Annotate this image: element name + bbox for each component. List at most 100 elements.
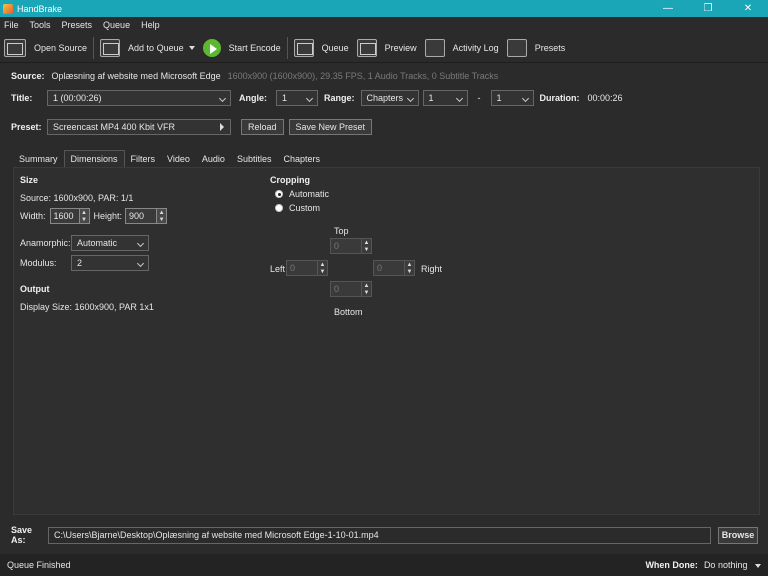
height-input[interactable]: 900 bbox=[125, 208, 158, 224]
crop-left-stepper[interactable]: 0 ▲ ▼ bbox=[286, 260, 328, 276]
crop-custom-radio[interactable]: Custom bbox=[275, 203, 320, 213]
chevron-down-icon bbox=[305, 94, 314, 103]
spin-up-icon[interactable]: ▲ bbox=[318, 261, 327, 268]
crop-bottom-arrows[interactable]: ▲ ▼ bbox=[362, 281, 372, 297]
tab-chapters[interactable]: Chapters bbox=[277, 150, 326, 167]
open-source-button[interactable]: Open Source bbox=[0, 34, 91, 62]
play-icon bbox=[202, 38, 221, 57]
radio-unselected-icon[interactable] bbox=[275, 204, 283, 212]
tab-bar: Summary Dimensions Filters Video Audio S… bbox=[13, 150, 326, 167]
crop-left-arrows[interactable]: ▲ ▼ bbox=[318, 260, 328, 276]
tab-audio[interactable]: Audio bbox=[196, 150, 231, 167]
tab-dimensions[interactable]: Dimensions bbox=[63, 150, 125, 167]
anamorphic-label: Anamorphic: bbox=[20, 238, 71, 248]
crop-top-input[interactable]: 0 bbox=[330, 238, 362, 254]
radio-selected-icon[interactable] bbox=[275, 190, 283, 198]
preview-button[interactable]: Preview bbox=[353, 34, 421, 62]
queue-label: Queue bbox=[321, 42, 349, 53]
source-name: Oplæsning af website med Microsoft Edge bbox=[51, 71, 221, 81]
tab-filters[interactable]: Filters bbox=[125, 150, 162, 167]
spin-down-icon[interactable]: ▼ bbox=[362, 289, 371, 296]
menu-file[interactable]: File bbox=[4, 20, 19, 30]
range-mode-value: Chapters bbox=[366, 93, 404, 103]
height-stepper[interactable]: 900 ▲ ▼ bbox=[125, 208, 168, 224]
crop-right-arrows[interactable]: ▲ ▼ bbox=[405, 260, 415, 276]
width-input[interactable]: 1600 bbox=[49, 208, 80, 224]
toolbar-separator bbox=[93, 36, 95, 59]
save-new-preset-button[interactable]: Save New Preset bbox=[288, 119, 373, 135]
crop-bottom-stepper[interactable]: 0 ▲ ▼ bbox=[330, 281, 372, 297]
chevron-down-icon bbox=[455, 94, 463, 103]
spin-down-icon[interactable]: ▼ bbox=[362, 246, 371, 253]
start-encode-label: Start Encode bbox=[228, 42, 281, 53]
duration-label: Duration: bbox=[539, 93, 580, 103]
tab-summary[interactable]: Summary bbox=[13, 150, 64, 167]
menu-tools[interactable]: Tools bbox=[30, 20, 51, 30]
modulus-select[interactable]: 2 bbox=[71, 255, 149, 271]
angle-select-value: 1 bbox=[282, 93, 288, 103]
range-end-select[interactable]: 1 bbox=[490, 90, 534, 106]
range-mode-select[interactable]: Chapters bbox=[360, 90, 419, 106]
tab-subtitles[interactable]: Subtitles bbox=[231, 150, 278, 167]
spin-up-icon[interactable]: ▲ bbox=[80, 209, 89, 216]
queue-button[interactable]: Queue bbox=[290, 34, 353, 62]
spin-up-icon[interactable]: ▲ bbox=[405, 261, 414, 268]
spin-up-icon[interactable]: ▲ bbox=[157, 209, 166, 216]
source-label: Source: bbox=[11, 71, 45, 81]
width-stepper[interactable]: 1600 ▲ ▼ bbox=[49, 208, 90, 224]
title-select-value: 1 (00:00:26) bbox=[53, 93, 102, 103]
spin-down-icon[interactable]: ▼ bbox=[80, 216, 89, 223]
presets-label: Presets bbox=[534, 42, 566, 53]
when-done-select[interactable]: Do nothing bbox=[704, 560, 761, 570]
spin-up-icon[interactable]: ▲ bbox=[362, 282, 371, 289]
crop-top-arrows[interactable]: ▲ ▼ bbox=[362, 238, 372, 254]
spin-down-icon[interactable]: ▼ bbox=[318, 268, 327, 275]
anamorphic-select[interactable]: Automatic bbox=[71, 235, 149, 251]
modulus-label: Modulus: bbox=[20, 258, 57, 268]
activity-log-icon bbox=[424, 38, 445, 57]
chevron-down-icon[interactable] bbox=[188, 45, 195, 50]
minimize-button[interactable]: — bbox=[648, 0, 688, 17]
maximize-button[interactable]: ❐ bbox=[688, 0, 728, 17]
spin-up-icon[interactable]: ▲ bbox=[362, 239, 371, 246]
preset-label: Preset: bbox=[11, 122, 42, 132]
size-source-line: Source: 1600x900, PAR: 1/1 bbox=[20, 193, 134, 203]
spin-down-icon[interactable]: ▼ bbox=[157, 216, 166, 223]
crop-automatic-radio[interactable]: Automatic bbox=[275, 189, 329, 199]
add-to-queue-button[interactable]: Add to Queue bbox=[96, 34, 199, 62]
preset-selector[interactable]: Screencast MP4 400 Kbit VFR bbox=[47, 119, 231, 135]
close-button[interactable]: ✕ bbox=[728, 0, 768, 17]
browse-button[interactable]: Browse bbox=[718, 526, 758, 544]
activity-log-button[interactable]: Activity Log bbox=[421, 34, 503, 62]
chevron-down-icon bbox=[406, 94, 414, 103]
save-as-path-input[interactable]: C:\Users\Bjarne\Desktop\Oplæsning af web… bbox=[48, 526, 711, 544]
menu-help[interactable]: Help bbox=[141, 20, 160, 30]
reload-button[interactable]: Reload bbox=[241, 119, 284, 135]
crop-top-stepper[interactable]: 0 ▲ ▼ bbox=[330, 238, 372, 254]
crop-right-stepper[interactable]: 0 ▲ ▼ bbox=[373, 260, 415, 276]
title-select[interactable]: 1 (00:00:26) bbox=[47, 90, 231, 106]
source-info: 1600x900 (1600x900), 29.35 FPS, 1 Audio … bbox=[227, 71, 499, 81]
width-arrows[interactable]: ▲ ▼ bbox=[79, 208, 90, 224]
range-start-select[interactable]: 1 bbox=[422, 90, 468, 106]
when-done-value: Do nothing bbox=[703, 560, 748, 570]
crop-right-input[interactable]: 0 bbox=[373, 260, 405, 276]
angle-select[interactable]: 1 bbox=[276, 90, 318, 106]
tab-video[interactable]: Video bbox=[161, 150, 196, 167]
crop-bottom-input[interactable]: 0 bbox=[330, 281, 362, 297]
height-label: Height: bbox=[93, 211, 123, 221]
crop-left-input[interactable]: 0 bbox=[286, 260, 318, 276]
presets-button[interactable]: Presets bbox=[503, 34, 570, 62]
toolbar-separator bbox=[286, 36, 288, 59]
size-row: Width: 1600 ▲ ▼ Height: 900 ▲ ▼ bbox=[20, 208, 168, 224]
presets-icon bbox=[506, 38, 527, 57]
menu-presets[interactable]: Presets bbox=[62, 20, 93, 30]
menu-queue[interactable]: Queue bbox=[103, 20, 130, 30]
spin-down-icon[interactable]: ▼ bbox=[405, 268, 414, 275]
height-arrows[interactable]: ▲ ▼ bbox=[157, 208, 168, 224]
crop-custom-label: Custom bbox=[289, 203, 321, 213]
start-encode-button[interactable]: Start Encode bbox=[199, 34, 285, 62]
save-as-row: Save As: C:\Users\Bjarne\Desktop\Oplæsni… bbox=[11, 525, 758, 545]
crop-right-label: Right bbox=[421, 264, 443, 274]
activity-log-label: Activity Log bbox=[452, 42, 499, 53]
